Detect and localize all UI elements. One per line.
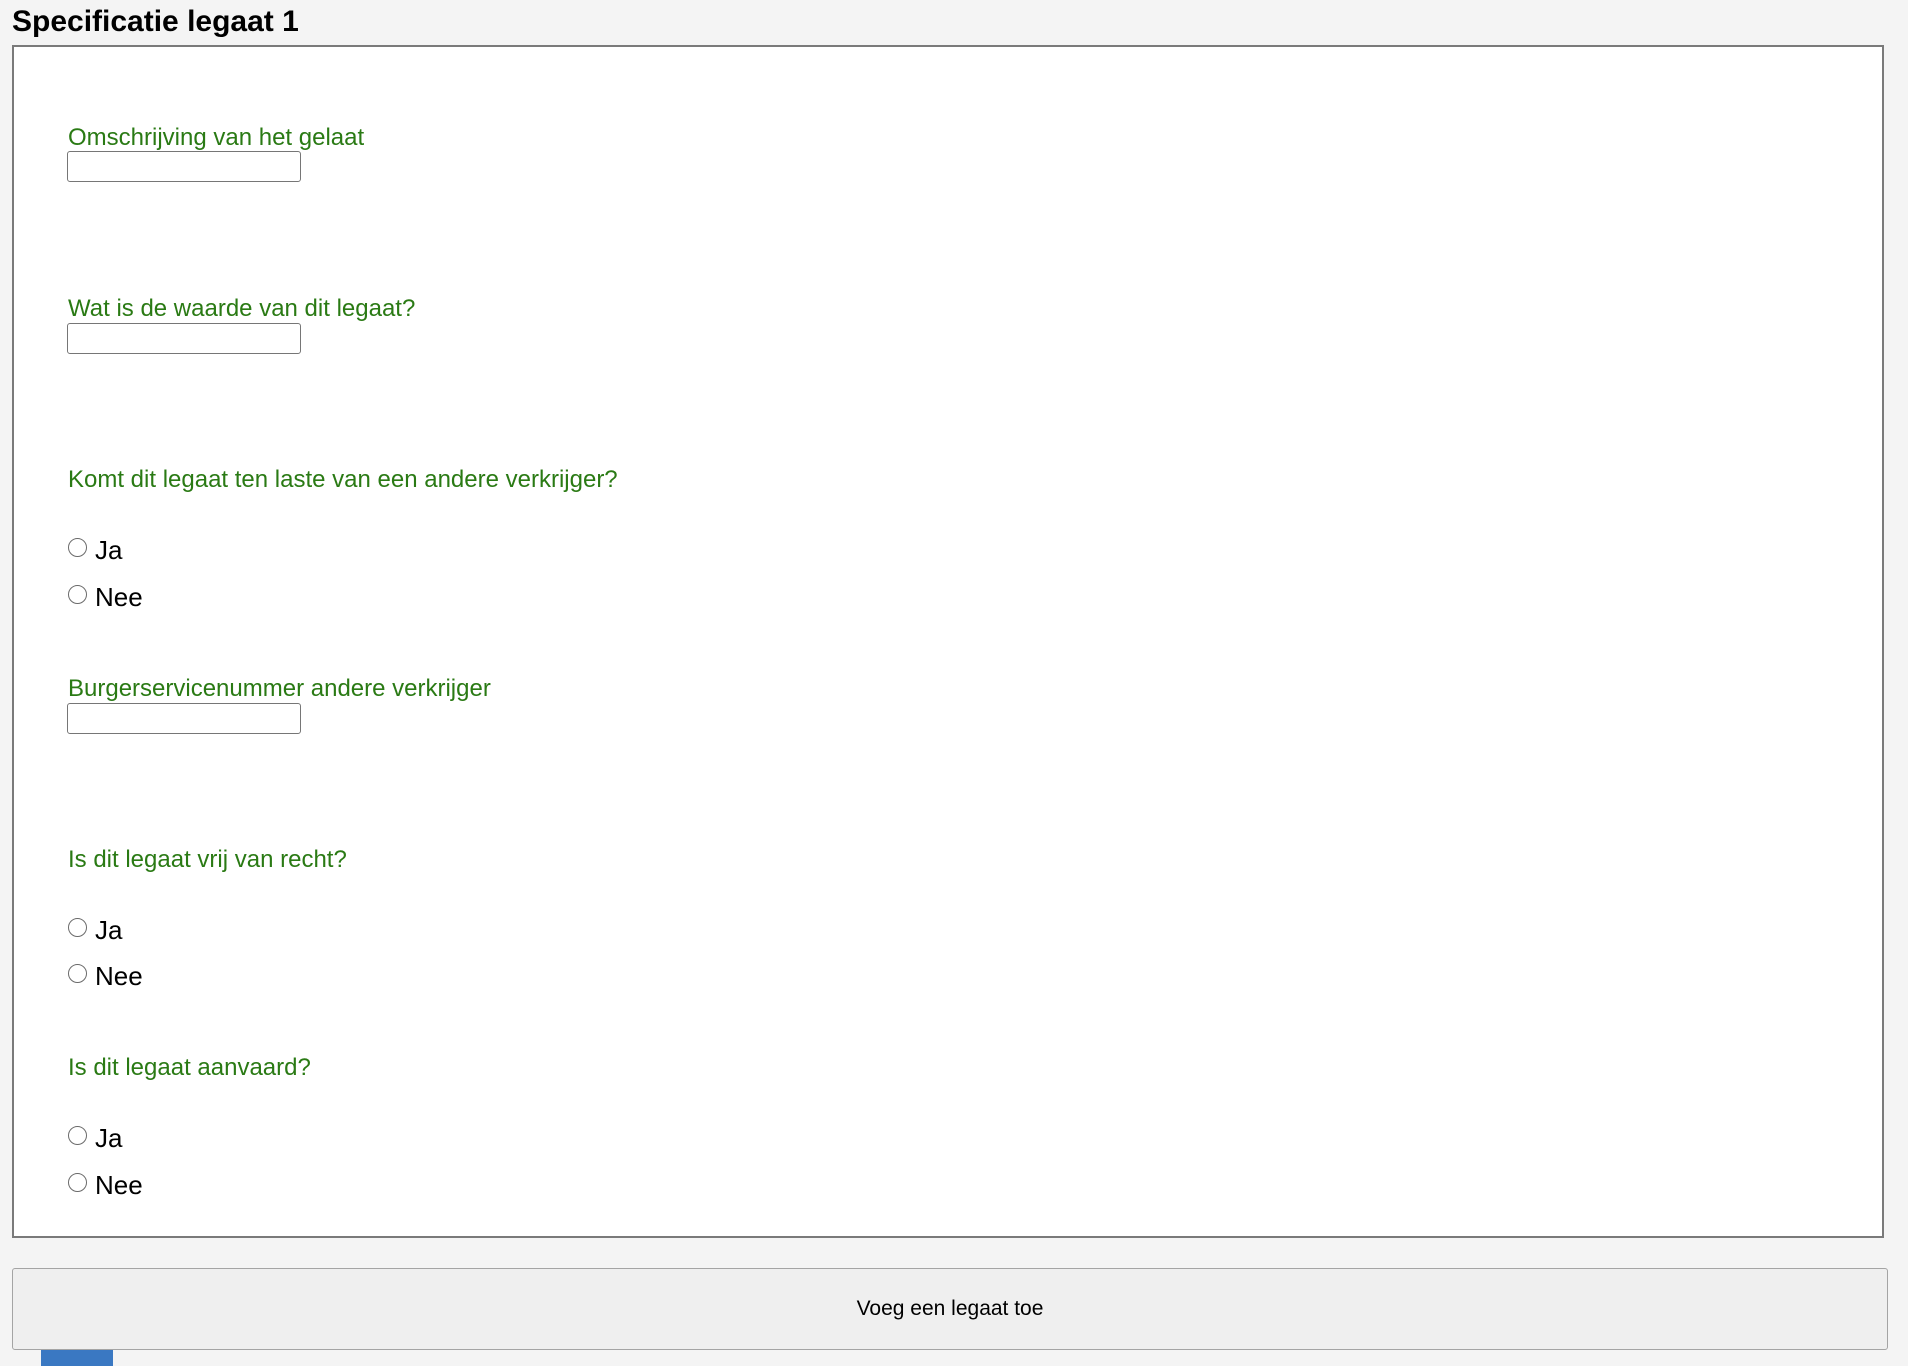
tax-free-question-label: Is dit legaat vrij van recht?	[68, 846, 347, 873]
blue-tab-element[interactable]	[41, 1350, 113, 1366]
other-acquirer-no-label: Nee	[95, 582, 143, 612]
tax-free-option-no[interactable]: Nee	[68, 961, 143, 991]
description-input[interactable]	[67, 151, 301, 182]
accepted-no-label: Nee	[95, 1170, 143, 1200]
add-legacy-button[interactable]: Voeg een legaat toe	[12, 1268, 1888, 1350]
legacy-specification-panel: Omschrijving van het gelaat Wat is de wa…	[12, 45, 1884, 1238]
bsn-input[interactable]	[67, 703, 301, 734]
other-acquirer-option-yes[interactable]: Ja	[68, 535, 122, 565]
other-acquirer-option-no[interactable]: Nee	[68, 582, 143, 612]
accepted-yes-radio[interactable]	[68, 1125, 87, 1145]
section-title: Specificatie legaat 1	[12, 5, 299, 38]
tax-free-option-yes[interactable]: Ja	[68, 915, 122, 945]
page: Specificatie legaat 1 Omschrijving van h…	[0, 0, 1908, 1366]
other-acquirer-no-radio[interactable]	[68, 584, 87, 604]
other-acquirer-yes-radio[interactable]	[68, 537, 87, 557]
value-question-label: Wat is de waarde van dit legaat?	[68, 295, 416, 322]
accepted-option-no[interactable]: Nee	[68, 1170, 143, 1200]
other-acquirer-question-label: Komt dit legaat ten laste van een andere…	[68, 466, 618, 493]
accepted-yes-label: Ja	[95, 1123, 123, 1153]
value-input[interactable]	[67, 323, 301, 354]
description-question-label: Omschrijving van het gelaat	[68, 124, 365, 151]
other-acquirer-yes-label: Ja	[95, 535, 123, 565]
accepted-question-label: Is dit legaat aanvaard?	[68, 1054, 311, 1081]
tax-free-yes-label: Ja	[95, 915, 123, 945]
tax-free-no-radio[interactable]	[68, 963, 87, 983]
accepted-no-radio[interactable]	[68, 1172, 87, 1192]
accepted-option-yes[interactable]: Ja	[68, 1123, 122, 1153]
tax-free-yes-radio[interactable]	[68, 917, 87, 937]
tax-free-no-label: Nee	[95, 961, 143, 991]
bsn-question-label: Burgerservicenummer andere verkrijger	[68, 675, 491, 702]
